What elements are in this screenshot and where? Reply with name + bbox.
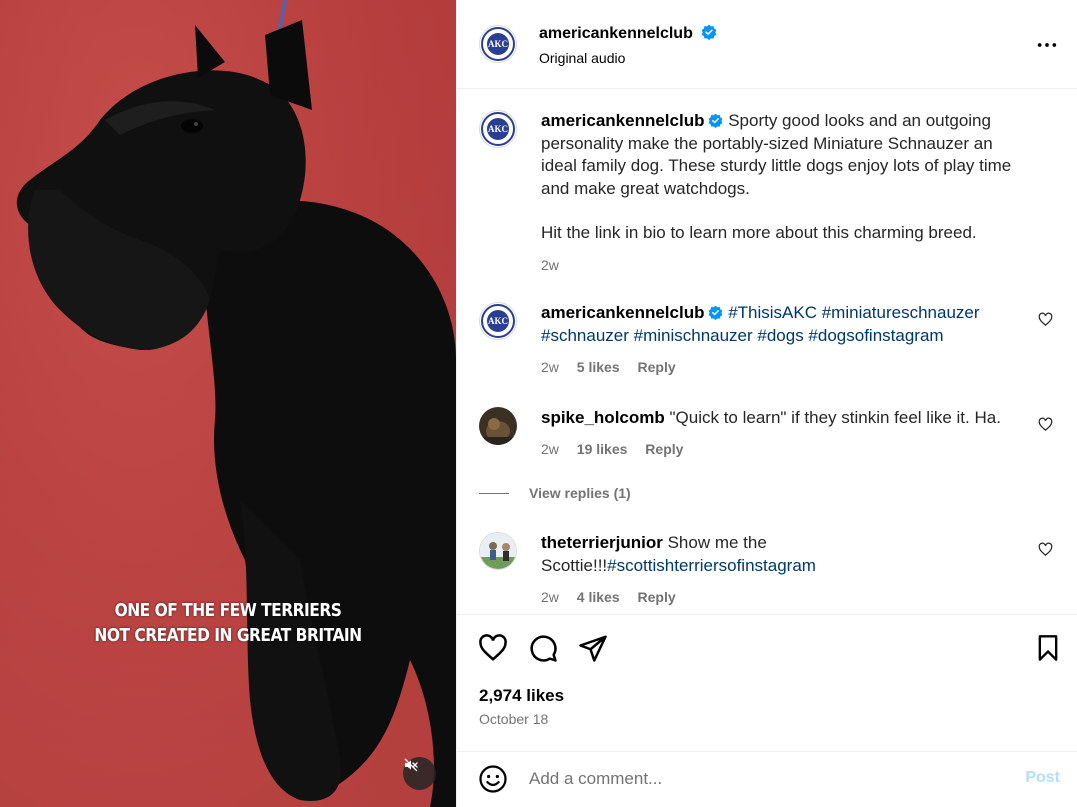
emoji-smiley-icon[interactable] bbox=[478, 764, 508, 794]
author-username[interactable]: americankennelclub bbox=[539, 25, 693, 42]
post-side-panel: AKC americankennelclub Original audio AK… bbox=[456, 0, 1077, 807]
post-actions-bar: 2,974 likes October 18 bbox=[457, 614, 1077, 757]
comment-item: theterrierjunior Show me the Scottie!!!#… bbox=[479, 532, 1059, 612]
post-header: AKC americankennelclub Original audio bbox=[457, 0, 1077, 89]
post-date[interactable]: October 18 bbox=[479, 711, 548, 727]
commenter-avatar[interactable] bbox=[479, 532, 517, 570]
mute-button[interactable] bbox=[403, 757, 436, 790]
verified-badge-icon bbox=[701, 24, 717, 40]
reply-button[interactable]: Reply bbox=[638, 589, 676, 605]
commenter-avatar[interactable]: AKC bbox=[479, 302, 517, 340]
verified-badge-icon bbox=[709, 305, 723, 320]
svg-text:AKC: AKC bbox=[488, 316, 508, 326]
dog-illustration bbox=[0, 0, 456, 807]
like-heart-icon[interactable] bbox=[478, 633, 508, 663]
replies-divider bbox=[479, 492, 509, 494]
comment-text: spike_holcomb "Quick to learn" if they s… bbox=[541, 407, 1011, 430]
comment-username[interactable]: spike_holcomb bbox=[541, 408, 665, 427]
comment-time[interactable]: 2w bbox=[541, 359, 559, 375]
svg-text:AKC: AKC bbox=[488, 39, 508, 49]
comments-list[interactable]: AKC americankennelclub Sporty good looks… bbox=[457, 89, 1077, 614]
comment-meta: 2w 19 likes Reply bbox=[541, 441, 697, 457]
like-comment-heart-icon[interactable] bbox=[1038, 312, 1053, 327]
likes-count[interactable]: 2,974 likes bbox=[479, 686, 564, 706]
audio-label[interactable]: Original audio bbox=[539, 50, 625, 66]
commenter-avatar[interactable] bbox=[479, 407, 517, 445]
comment-text: americankennelclub #ThisisAKC #miniature… bbox=[541, 302, 981, 347]
comment-item: AKC americankennelclub #ThisisAKC #minia… bbox=[479, 302, 1059, 382]
user-photo-icon bbox=[480, 533, 516, 569]
like-comment-heart-icon[interactable] bbox=[1038, 542, 1053, 557]
comment-hashtag[interactable]: #scottishterriersofinstagram bbox=[607, 556, 816, 575]
post-video[interactable]: ONE OF THE FEW TERRIERS NOT CREATED IN G… bbox=[0, 0, 456, 807]
comment-time[interactable]: 2w bbox=[541, 441, 559, 457]
speaker-muted-icon bbox=[404, 758, 418, 772]
comment-username[interactable]: theterrierjunior bbox=[541, 533, 663, 552]
comment-bubble-icon[interactable] bbox=[528, 633, 558, 663]
comment-body: "Quick to learn" if they stinkin feel li… bbox=[669, 408, 1001, 427]
comment-meta: 2w 5 likes Reply bbox=[541, 359, 690, 375]
save-bookmark-icon[interactable] bbox=[1034, 633, 1062, 663]
view-replies-button[interactable]: View replies (1) bbox=[479, 485, 631, 501]
share-paper-plane-icon[interactable] bbox=[578, 633, 608, 663]
caption-line-1: ONE OF THE FEW TERRIERS bbox=[114, 600, 342, 621]
user-photo-icon bbox=[479, 407, 517, 445]
add-comment-input[interactable] bbox=[529, 766, 1009, 792]
akc-logo-icon: AKC bbox=[481, 304, 515, 338]
author-avatar[interactable]: AKC bbox=[479, 110, 517, 148]
reply-button[interactable]: Reply bbox=[645, 441, 683, 457]
author-avatar[interactable]: AKC bbox=[479, 25, 517, 63]
comment-item: spike_holcomb "Quick to learn" if they s… bbox=[479, 407, 1059, 517]
comment-likes[interactable]: 5 likes bbox=[577, 359, 620, 375]
more-horizontal-icon[interactable] bbox=[1036, 34, 1058, 56]
caption-line-2: NOT CREATED IN GREAT BRITAIN bbox=[94, 625, 362, 646]
comment-time[interactable]: 2w bbox=[541, 589, 559, 605]
comment-likes[interactable]: 19 likes bbox=[577, 441, 628, 457]
verified-badge-icon bbox=[709, 113, 723, 128]
comment-username[interactable]: americankennelclub bbox=[541, 303, 704, 322]
reply-button[interactable]: Reply bbox=[638, 359, 676, 375]
comment-composer: Post bbox=[457, 751, 1077, 807]
svg-text:AKC: AKC bbox=[488, 124, 508, 134]
post-caption: AKC americankennelclub Sporty good looks… bbox=[479, 110, 1059, 280]
post-comment-button[interactable]: Post bbox=[1025, 769, 1060, 787]
comment-likes[interactable]: 4 likes bbox=[577, 589, 620, 605]
caption-time[interactable]: 2w bbox=[541, 257, 559, 273]
video-caption: ONE OF THE FEW TERRIERS NOT CREATED IN G… bbox=[32, 598, 424, 648]
view-replies-label[interactable]: View replies (1) bbox=[529, 485, 631, 501]
akc-logo-icon: AKC bbox=[481, 27, 515, 61]
caption-text: americankennelclub Sporty good looks and… bbox=[541, 110, 1021, 245]
caption-body-2: Hit the link in bio to learn more about … bbox=[541, 223, 977, 242]
comment-meta: 2w 4 likes Reply bbox=[541, 589, 690, 605]
like-comment-heart-icon[interactable] bbox=[1038, 417, 1053, 432]
comment-text: theterrierjunior Show me the Scottie!!!#… bbox=[541, 532, 841, 577]
caption-username[interactable]: americankennelclub bbox=[541, 111, 704, 130]
akc-logo-icon: AKC bbox=[481, 112, 515, 146]
